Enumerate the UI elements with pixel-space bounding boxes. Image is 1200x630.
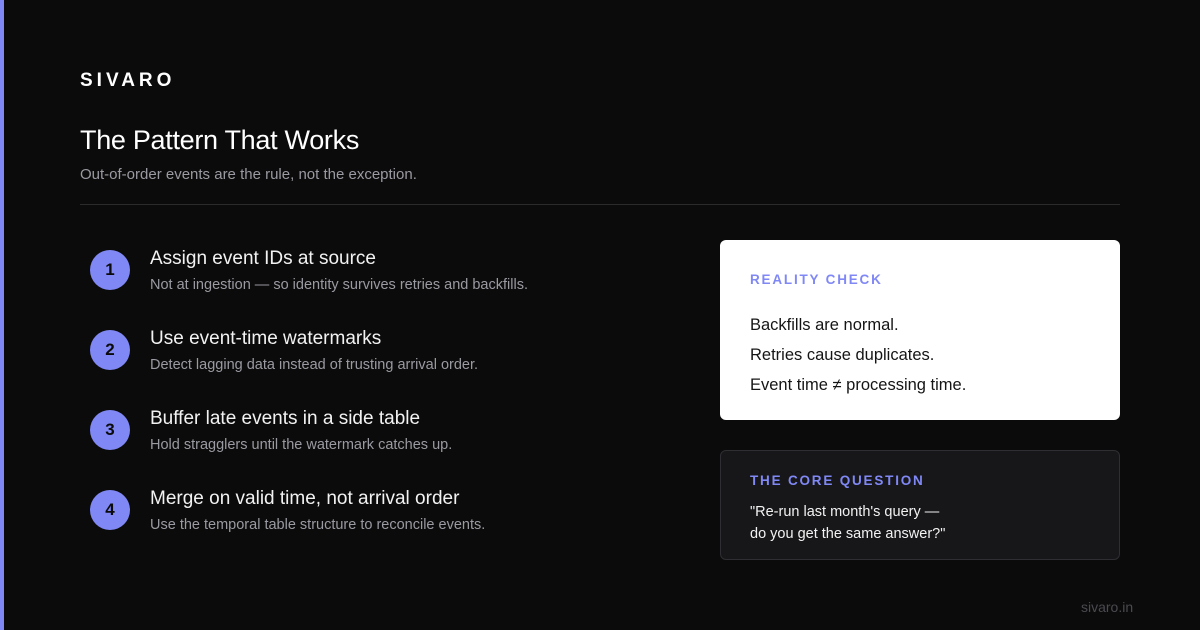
reality-check-line: Event time ≠ processing time. <box>750 376 967 394</box>
page-subtitle: Out-of-order events are the rule, not th… <box>80 166 417 183</box>
step-description: Hold stragglers until the watermark catc… <box>150 437 453 453</box>
step-number-badge: 3 <box>90 410 130 450</box>
step-description: Not at ingestion — so identity survives … <box>150 277 528 293</box>
core-question-label: THE CORE QUESTION <box>750 473 925 488</box>
step-number-badge: 1 <box>90 250 130 290</box>
reality-check-list: Backfills are normal. Retries cause dupl… <box>750 310 1090 400</box>
reality-check-card: REALITY CHECK Backfills are normal. Retr… <box>720 240 1120 420</box>
step-title: Merge on valid time, not arrival order <box>150 488 460 509</box>
footer-url: sivaro.in <box>1081 599 1134 615</box>
step-title: Use event-time watermarks <box>150 328 382 349</box>
step-number-badge: 2 <box>90 330 130 370</box>
reality-check-label: REALITY CHECK <box>750 272 883 287</box>
step-title: Assign event IDs at source <box>150 248 376 269</box>
core-question-quote: "Re-run last month's query — do you get … <box>750 501 1090 545</box>
core-question-card: THE CORE QUESTION "Re-run last month's q… <box>720 450 1120 560</box>
step-item-4: 4 Merge on valid time, not arrival order… <box>90 488 690 570</box>
reality-check-line: Backfills are normal. <box>750 316 899 334</box>
step-number-badge: 4 <box>90 490 130 530</box>
step-title: Buffer late events in a side table <box>150 408 421 429</box>
brand-logo: SIVARO <box>80 70 176 91</box>
step-item-1: 1 Assign event IDs at source Not at inge… <box>90 248 690 330</box>
step-item-2: 2 Use event-time watermarks Detect laggi… <box>90 328 690 410</box>
step-item-3: 3 Buffer late events in a side table Hol… <box>90 408 690 490</box>
core-question-line: do you get the same answer?" <box>750 526 946 542</box>
accent-bar <box>0 0 4 630</box>
reality-check-line: Retries cause duplicates. <box>750 346 935 364</box>
page-title: The Pattern That Works <box>80 125 360 155</box>
steps-list: 1 Assign event IDs at source Not at inge… <box>90 248 690 570</box>
step-description: Detect lagging data instead of trusting … <box>150 357 479 373</box>
header-divider <box>80 204 1120 205</box>
step-description: Use the temporal table structure to reco… <box>150 517 486 533</box>
core-question-line: "Re-run last month's query — <box>750 504 940 520</box>
